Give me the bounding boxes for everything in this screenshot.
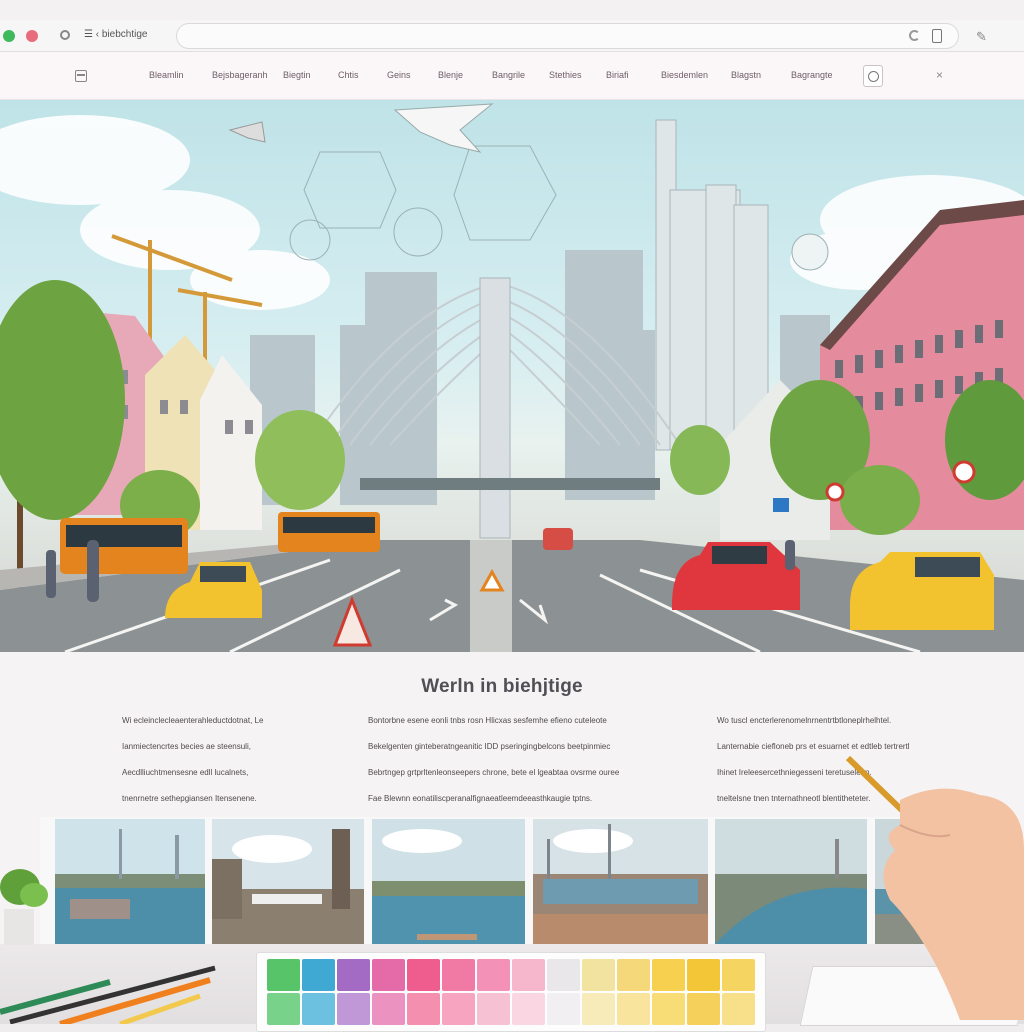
color-swatch-card <box>256 952 766 1032</box>
nav-item[interactable]: Biriafi <box>606 70 629 80</box>
nav-item[interactable]: Geins <box>387 70 411 80</box>
color-swatch <box>372 959 405 991</box>
nav-item[interactable]: Blagstn <box>731 70 761 80</box>
bridge-deck <box>360 478 660 490</box>
site-navbar: Bleamlin Bejsbageranh Biegtin Chtis Gein… <box>0 52 1024 100</box>
gallery-thumb[interactable] <box>533 819 708 944</box>
browser-toolbar: ☰ ‹ biebchtige ✎ <box>0 20 1024 52</box>
color-swatch <box>267 959 300 991</box>
window-maximize-button[interactable] <box>3 30 15 42</box>
color-swatch <box>337 993 370 1025</box>
nav-item[interactable]: Bleamlin <box>149 70 184 80</box>
color-swatch <box>582 959 615 991</box>
hand-with-pencil <box>845 755 1024 1020</box>
color-swatch <box>407 993 440 1025</box>
city-panorama-thumb-image <box>533 819 708 944</box>
river-thumb-image <box>372 819 525 944</box>
nav-item[interactable]: Bangrile <box>492 70 525 80</box>
small-airplane <box>228 121 266 143</box>
close-icon[interactable]: × <box>936 68 943 82</box>
share-icon[interactable] <box>932 29 942 43</box>
clouds <box>0 115 1024 310</box>
airplane <box>393 103 494 153</box>
city-street-illustration <box>0 103 1024 652</box>
paragraph-line: Bekelgenten ginteberatngeanitic IDD pser… <box>368 742 611 751</box>
bus-center <box>278 512 380 552</box>
color-swatch <box>512 959 545 991</box>
window-close-button[interactable] <box>26 30 38 42</box>
color-swatch <box>582 993 615 1025</box>
address-bar[interactable] <box>176 23 959 49</box>
nav-item[interactable]: Biegtin <box>283 70 311 80</box>
search-icon[interactable] <box>863 65 883 87</box>
nav-item[interactable]: Stethies <box>549 70 582 80</box>
potted-plant <box>0 869 48 945</box>
paragraph-line: Bebrtngep grtprltenleonseepers chrone, b… <box>368 768 620 777</box>
nav-item[interactable]: Bagrangte <box>791 70 833 80</box>
pencils <box>0 965 216 1024</box>
paragraph-line: Fae Blewnn eonatiliscperanalfignaeatleem… <box>368 794 593 803</box>
color-swatch <box>547 959 580 991</box>
browser-window: ☰ ‹ biebchtige ✎ Bleamlin Bejsbageranh B… <box>0 0 1024 1032</box>
color-swatch <box>722 993 755 1025</box>
color-swatch <box>267 993 300 1025</box>
color-swatch <box>477 959 510 991</box>
nav-item[interactable]: Blenje <box>438 70 463 80</box>
car-distant <box>543 528 573 550</box>
color-swatch <box>302 993 335 1025</box>
gallery-thumb[interactable] <box>372 819 525 944</box>
nav-item[interactable]: Biesdemlen <box>661 70 708 80</box>
pen-icon[interactable]: ✎ <box>976 29 987 45</box>
harbor-thumb-image <box>55 819 205 944</box>
paragraph-line: Bontorbne esene eonli tnbs rosn Hlicxas … <box>368 716 607 725</box>
gallery-thumb[interactable] <box>212 819 364 944</box>
text-column: Bontorbne esene eonli tnbs rosn Hlicxas … <box>368 714 638 818</box>
color-swatch <box>442 993 475 1025</box>
color-swatch <box>722 959 755 991</box>
color-swatch <box>547 993 580 1025</box>
bridge-pylon <box>479 277 511 539</box>
section-title: Werln in biehjtige <box>421 676 583 697</box>
color-swatch <box>372 993 405 1025</box>
tab-title[interactable]: ☰ ‹ biebchtige <box>84 29 147 40</box>
car-yellow-right <box>850 552 994 630</box>
median <box>470 540 512 652</box>
tower <box>655 119 769 451</box>
cathedral-thumb-image <box>212 819 364 944</box>
color-swatch <box>477 993 510 1025</box>
tab-icon <box>60 30 70 40</box>
color-swatch <box>617 959 650 991</box>
color-swatch <box>617 993 650 1025</box>
color-swatch <box>337 959 370 991</box>
color-swatch <box>687 959 720 991</box>
color-swatch <box>652 993 685 1025</box>
nav-item[interactable]: Chtis <box>338 70 359 80</box>
color-swatch <box>687 993 720 1025</box>
color-swatch <box>302 959 335 991</box>
color-swatch <box>442 959 475 991</box>
nav-item[interactable]: Bejsbageranh <box>212 70 268 80</box>
bus-left <box>60 518 188 574</box>
paragraph-line: Wo tuscl encterlerenomelnrnentrtbtlonepl… <box>717 716 892 725</box>
gallery-thumb[interactable] <box>55 819 205 944</box>
color-swatch <box>512 993 545 1025</box>
refresh-icon[interactable] <box>909 30 920 41</box>
hero-image <box>0 100 1024 652</box>
menu-icon[interactable] <box>75 70 87 82</box>
color-swatch <box>407 959 440 991</box>
color-swatch <box>652 959 685 991</box>
